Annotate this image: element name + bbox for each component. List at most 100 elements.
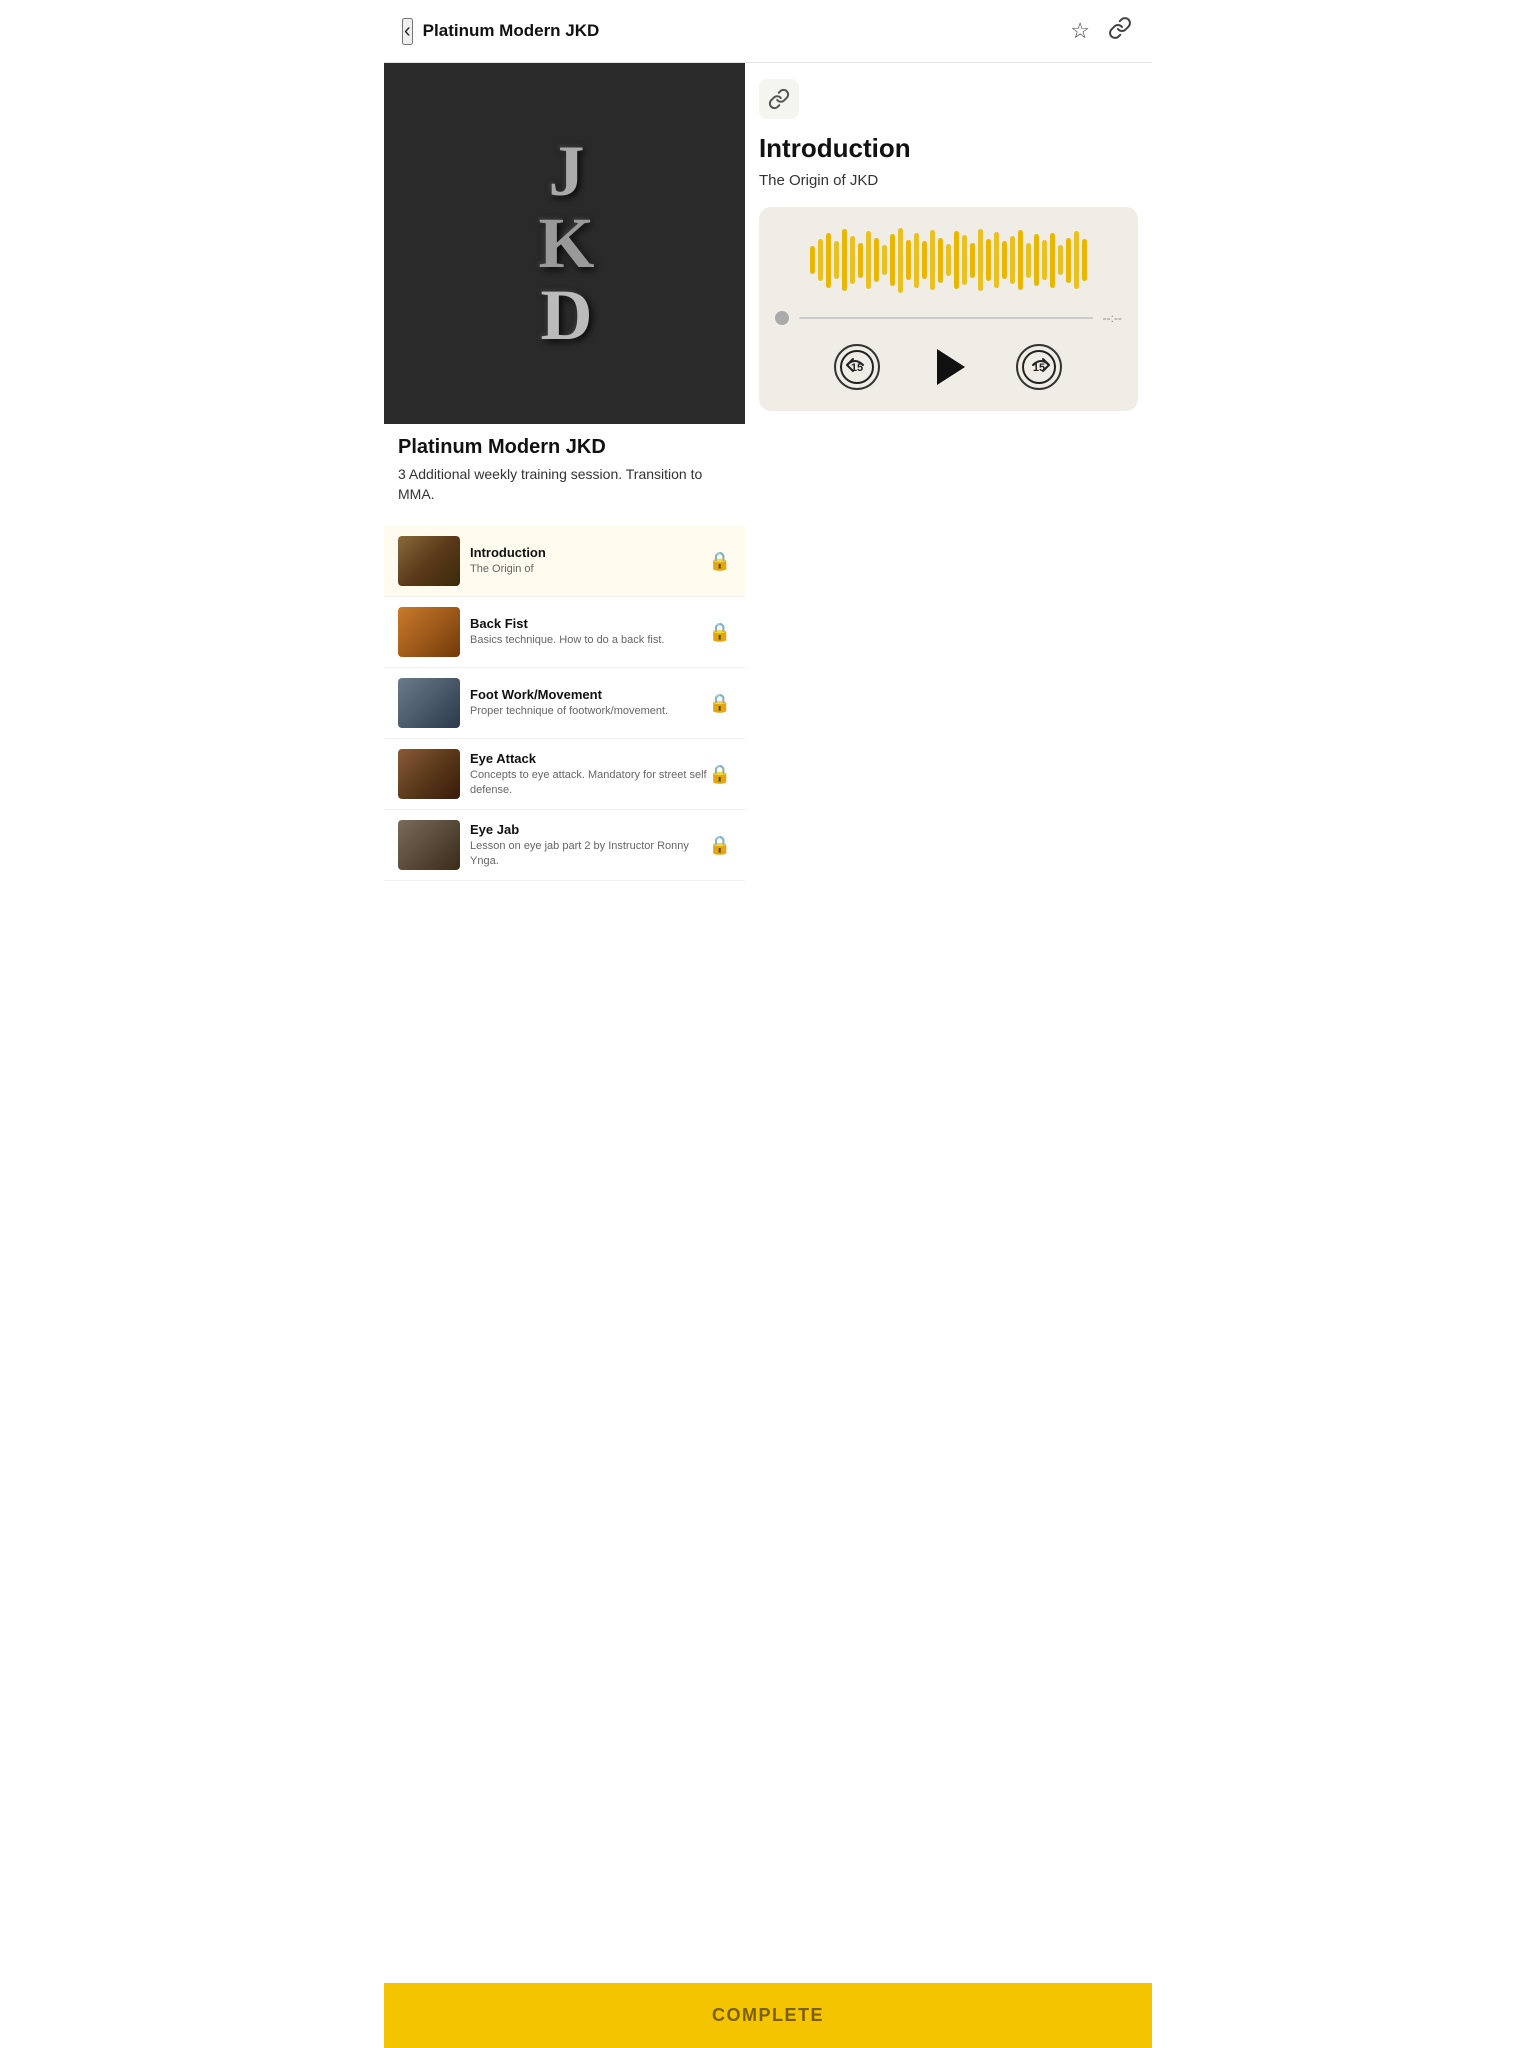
waveform-bar: [962, 235, 967, 285]
play-icon: [937, 349, 965, 385]
lesson-text: Eye Attack Concepts to eye attack. Mandat…: [470, 751, 709, 797]
forward-icon: 15: [1021, 349, 1057, 385]
waveform-bar: [850, 236, 855, 284]
header-left: ‹ Platinum Modern JKD: [402, 18, 599, 45]
waveform-bar: [954, 231, 959, 289]
lesson-item[interactable]: Eye Attack Concepts to eye attack. Mandat…: [384, 739, 745, 810]
lesson-subtitle: Lesson on eye jab part 2 by Instructor R…: [470, 839, 709, 868]
waveform-bar: [1042, 240, 1047, 280]
lesson-thumbnail: [398, 820, 460, 870]
course-image: J K D: [384, 63, 745, 424]
rewind-icon: 15: [839, 349, 875, 385]
lesson-thumbnail: [398, 678, 460, 728]
waveform-bar: [834, 241, 839, 279]
waveform-bar: [906, 240, 911, 280]
lesson-item[interactable]: Eye Jab Lesson on eye jab part 2 by Instr…: [384, 810, 745, 881]
lesson-subtitle: The Origin of: [470, 562, 709, 576]
lesson-subtitle: The Origin of JKD: [759, 172, 1138, 189]
progress-time: --:--: [1103, 311, 1122, 325]
waveform-bar: [994, 232, 999, 288]
waveform-bar: [946, 244, 951, 276]
waveform-bar: [922, 241, 927, 279]
lesson-thumbnail: [398, 536, 460, 586]
main-layout: J K D Platinum Modern JKD 3 Additional w…: [384, 63, 1152, 881]
share-icon: [1108, 16, 1132, 40]
lesson-name: Eye Attack: [470, 751, 709, 766]
lesson-name: Foot Work/Movement: [470, 687, 709, 702]
waveform-bar: [1034, 234, 1039, 286]
lock-icon: 🔒: [709, 551, 731, 572]
waveform-bar: [978, 229, 983, 291]
progress-row[interactable]: --:--: [775, 311, 1122, 325]
rewind-button[interactable]: 15: [834, 344, 880, 390]
waveform-bar: [810, 246, 815, 274]
lesson-subtitle: Proper technique of footwork/movement.: [470, 704, 709, 718]
waveform-bar: [1018, 230, 1023, 290]
lesson-thumbnail: [398, 607, 460, 657]
lesson-text: Eye Jab Lesson on eye jab part 2 by Instr…: [470, 822, 709, 868]
back-button[interactable]: ‹: [402, 18, 413, 45]
lock-icon: 🔒: [709, 835, 731, 856]
favorite-button[interactable]: ☆: [1068, 16, 1092, 46]
waveform-bar: [1066, 238, 1071, 283]
waveform-bar: [986, 239, 991, 281]
lesson-item[interactable]: Foot Work/Movement Proper technique of fo…: [384, 668, 745, 739]
waveform-bar: [874, 238, 879, 282]
audio-player: --:-- 15 15: [759, 207, 1138, 411]
course-description: 3 Additional weekly training session. Tr…: [398, 465, 731, 504]
lesson-subtitle: Basics technique. How to do a back fist.: [470, 633, 709, 647]
waveform-bar: [1050, 233, 1055, 288]
lesson-item[interactable]: Introduction The Origin of🔒: [384, 526, 745, 597]
waveform-bar: [826, 233, 831, 288]
lock-icon: 🔒: [709, 693, 731, 714]
waveform-bar: [930, 230, 935, 290]
header-right: ☆: [1068, 14, 1134, 48]
lock-icon: 🔒: [709, 764, 731, 785]
course-info: Platinum Modern JKD 3 Additional weekly …: [384, 424, 745, 526]
waveform-bar: [818, 239, 823, 281]
lesson-subtitle: Concepts to eye attack. Mandatory for st…: [470, 768, 709, 797]
right-column: Introduction The Origin of JKD --:-- 15: [745, 63, 1152, 447]
waveform-bar: [1058, 245, 1063, 275]
waveform-bar: [866, 231, 871, 289]
waveform: [775, 225, 1122, 295]
lesson-text: Foot Work/Movement Proper technique of fo…: [470, 687, 709, 718]
waveform-bar: [1074, 231, 1079, 289]
header-title: Platinum Modern JKD: [423, 21, 600, 41]
lesson-name: Eye Jab: [470, 822, 709, 837]
waveform-bar: [1082, 239, 1087, 281]
progress-handle[interactable]: [775, 311, 789, 325]
waveform-bar: [882, 245, 887, 275]
waveform-bar: [842, 229, 847, 291]
share-button[interactable]: [1106, 14, 1134, 48]
waveform-bar: [890, 234, 895, 286]
play-button[interactable]: [920, 339, 976, 395]
left-column: J K D Platinum Modern JKD 3 Additional w…: [384, 63, 745, 881]
forward-button[interactable]: 15: [1016, 344, 1062, 390]
lock-icon: 🔒: [709, 622, 731, 643]
lesson-list: IntroductionThe Origin of🔒Back FistBasic…: [384, 526, 745, 881]
waveform-bar: [898, 228, 903, 293]
lesson-thumbnail: [398, 749, 460, 799]
waveform-bar: [970, 243, 975, 278]
lesson-item[interactable]: Back Fist Basics technique. How to do a b…: [384, 597, 745, 668]
waveform-bar: [858, 243, 863, 278]
jkd-logo: J K D: [538, 135, 590, 351]
waveform-bar: [938, 238, 943, 283]
waveform-bar: [1026, 243, 1031, 278]
header: ‹ Platinum Modern JKD ☆: [384, 0, 1152, 63]
progress-track[interactable]: [799, 317, 1093, 319]
link-icon: [768, 88, 790, 110]
complete-button-wrap: COMPLETE: [384, 1983, 1152, 2048]
lesson-text: Back Fist Basics technique. How to do a b…: [470, 616, 709, 647]
waveform-bar: [914, 233, 919, 288]
lesson-title: Introduction: [759, 133, 1138, 164]
link-badge-button[interactable]: [759, 79, 799, 119]
waveform-bar: [1010, 236, 1015, 284]
lesson-name: Back Fist: [470, 616, 709, 631]
waveform-bar: [1002, 241, 1007, 279]
controls-row: 15 15: [775, 339, 1122, 395]
complete-button[interactable]: COMPLETE: [384, 1983, 1152, 2048]
lesson-name: Introduction: [470, 545, 709, 560]
lesson-text: Introduction The Origin of: [470, 545, 709, 576]
